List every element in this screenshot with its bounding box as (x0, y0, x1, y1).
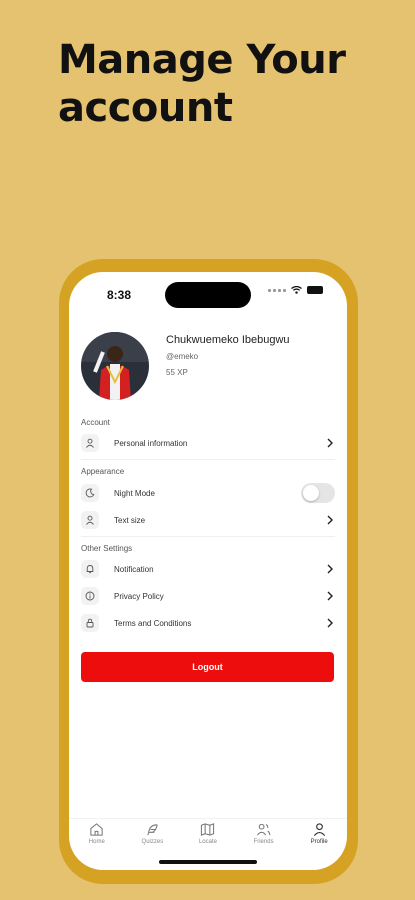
section-account-title: Account (81, 418, 110, 427)
chevron-right-icon (327, 438, 333, 448)
moon-icon (81, 484, 99, 502)
users-icon (257, 823, 271, 836)
tab-label: Friends (253, 839, 274, 845)
signal-icon (268, 288, 286, 292)
bell-icon (81, 560, 99, 578)
row-privacy-policy[interactable]: Privacy Policy (81, 584, 335, 608)
tab-label: Quizzes (141, 839, 164, 845)
tab-label: Profile (310, 839, 328, 845)
user-icon (313, 823, 325, 836)
wifi-icon (291, 286, 302, 294)
profile-avatar[interactable] (81, 332, 149, 400)
profile-name: Chukwuemeko Ibebugwu (166, 334, 290, 346)
row-terms-and-conditions[interactable]: Terms and Conditions (81, 611, 335, 635)
section-appearance-title: Appearance (81, 467, 125, 476)
chevron-right-icon (327, 591, 333, 601)
lock-icon (81, 614, 99, 632)
night-mode-toggle[interactable] (301, 483, 335, 503)
tab-home[interactable]: Home (69, 819, 125, 855)
profile-handle: @emeko (166, 352, 199, 361)
toggle-knob (303, 485, 319, 501)
section-other-title: Other Settings (81, 544, 133, 553)
chevron-right-icon (327, 515, 333, 525)
row-label: Text size (114, 515, 146, 525)
home-icon (90, 823, 103, 836)
status-time: 8:38 (107, 288, 132, 302)
tab-label: Home (88, 839, 105, 845)
row-personal-information[interactable]: Personal information (81, 431, 335, 455)
tab-quizzes[interactable]: Quizzes (125, 819, 181, 855)
row-label: Personal information (114, 438, 188, 448)
row-night-mode: Night Mode (81, 481, 335, 505)
row-label: Notification (114, 564, 154, 574)
logout-button[interactable]: Logout (81, 652, 334, 682)
promo-headline: Manage Your account (58, 37, 346, 131)
info-icon (81, 587, 99, 605)
divider (81, 536, 335, 537)
map-icon (201, 823, 215, 836)
battery-icon (307, 286, 323, 294)
tab-friends[interactable]: Friends (236, 819, 292, 855)
user-icon (81, 434, 99, 452)
row-label: Night Mode (114, 488, 155, 498)
tab-locate[interactable]: Locate (180, 819, 236, 855)
user-icon (81, 511, 99, 529)
dynamic-island (165, 282, 251, 308)
profile-xp: 55 XP (166, 368, 188, 377)
home-indicator (159, 860, 257, 864)
row-notification[interactable]: Notification (81, 557, 335, 581)
chevron-right-icon (327, 564, 333, 574)
tab-profile[interactable]: Profile (291, 819, 347, 855)
row-label: Privacy Policy (114, 591, 164, 601)
chevron-right-icon (327, 618, 333, 628)
divider (81, 459, 335, 460)
status-icons (268, 286, 323, 294)
row-label: Terms and Conditions (114, 618, 192, 628)
phone-screen: 8:38 Chukwuemeko Ibebugwu @emeko 55 XP A… (69, 272, 347, 870)
bottom-tab-bar: Home Quizzes Locate Friends Profile (69, 818, 347, 855)
row-text-size[interactable]: Text size (81, 508, 335, 532)
tab-label: Locate (198, 839, 217, 845)
feather-icon (147, 824, 158, 836)
